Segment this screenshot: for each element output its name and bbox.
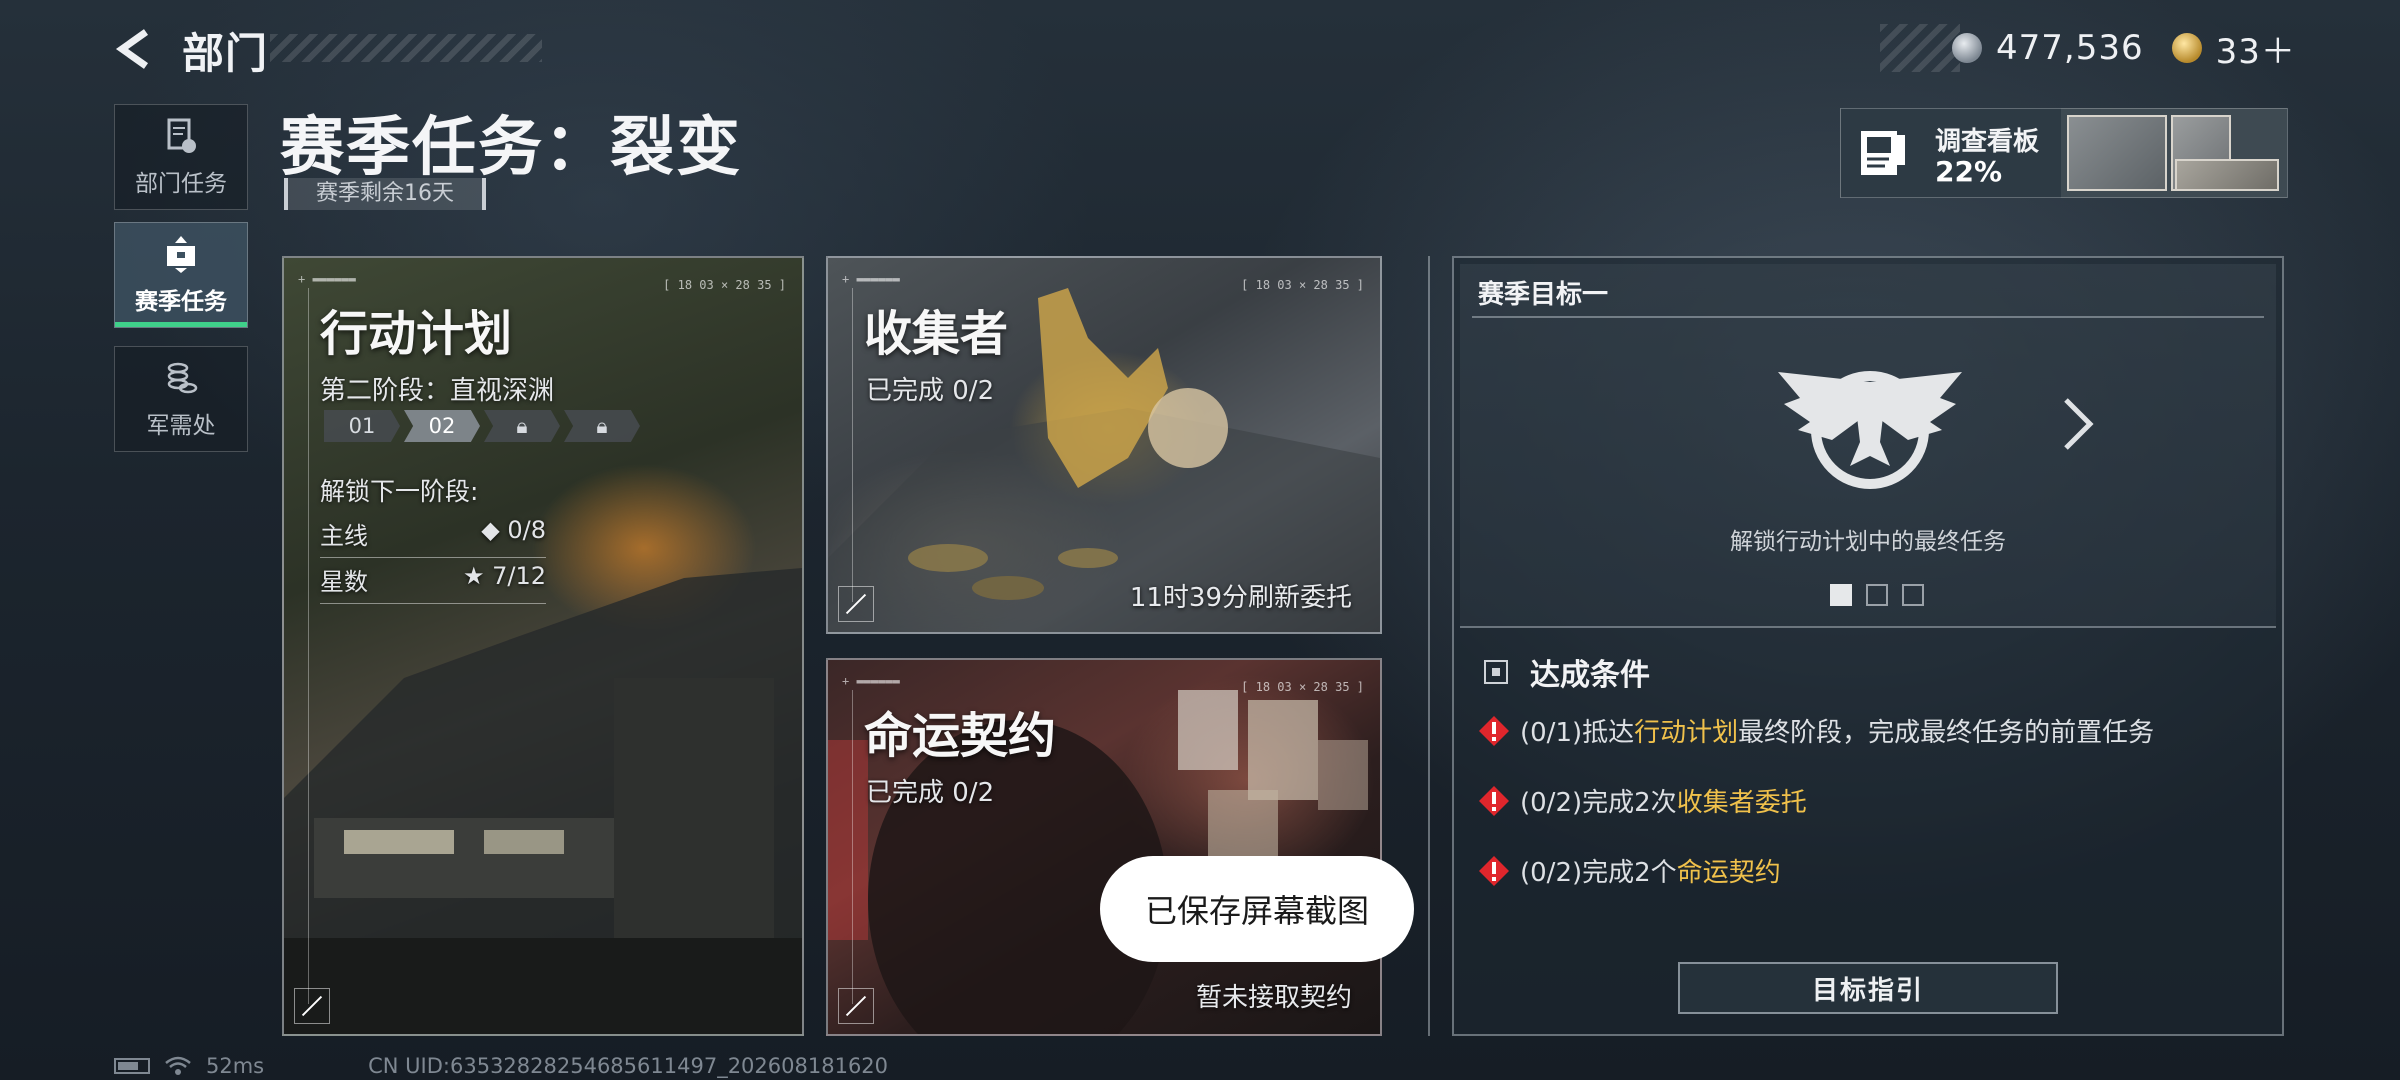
expand-icon[interactable]: [838, 586, 874, 622]
gold-coin-icon: [2171, 33, 2202, 63]
collector-title: 收集者: [864, 306, 1009, 362]
nav-label-season-tasks: 赛季任务: [135, 289, 227, 315]
ping-value: 52ms: [206, 1054, 265, 1078]
document-icon: [167, 118, 196, 153]
board-progress: 22%: [1935, 155, 2003, 188]
operation-plan-card[interactable]: + ▬▬▬▬▬▬ [ 18 03 × 28 35 ] 行动计划 第二阶段：直视深…: [282, 256, 804, 1036]
nav-item-department-tasks[interactable]: 部门任务: [114, 104, 248, 210]
condition-highlight: 收集者委托: [1676, 788, 1807, 818]
collector-refresh-timer: 11时39分刷新委托: [1129, 583, 1352, 613]
season-goal-display: 赛季目标一 解锁行动计划中的最终任务: [1460, 264, 2276, 628]
card-corner-decor: + ▬▬▬▬▬▬: [842, 674, 900, 688]
nav-item-quartermaster[interactable]: 军需处: [114, 346, 248, 452]
condition-item: (0/2)完成2次收集者委托: [1478, 782, 1807, 819]
collector-card[interactable]: + ▬▬▬▬▬▬ [ 18 03 × 28 35 ] 收集者 已完成 0/2 1…: [826, 256, 1382, 634]
board-photo-3: [2175, 159, 2279, 191]
goal-title-underline: [1472, 316, 2264, 318]
stage-lock-icon: 🔒︎: [484, 410, 560, 442]
user-uid: CN UID:6353282825468561​1497_20260818162…: [368, 1054, 889, 1078]
pager-dot-3[interactable]: [1902, 584, 1924, 606]
nav-item-season-tasks[interactable]: 赛季任务: [114, 222, 248, 328]
stars-label: 星数: [320, 568, 368, 596]
card-corner-decor: + ▬▬▬▬▬▬: [298, 272, 356, 286]
card-coords: [ 18 03 × 28 35 ]: [663, 278, 786, 292]
stars-row: 星数 ★ 7/12: [320, 562, 546, 604]
stage-02: 02: [404, 410, 480, 442]
stage-lock-icon: 🔒︎: [564, 410, 640, 442]
status-bar: 52ms CN UID:6353282825468561​1497_202608…: [114, 1054, 888, 1078]
pager-dot-2[interactable]: [1866, 584, 1888, 606]
operation-plan-stage: 第二阶段：直视深渊: [320, 376, 555, 406]
nav-label-quartermaster: 军需处: [146, 413, 216, 439]
page-title: 赛季任务：裂变: [280, 111, 742, 185]
season-remaining-badge: 赛季剩余16天: [284, 178, 486, 210]
board-label: 调查看板: [1935, 127, 2040, 157]
fate-contract-progress: 已完成 0/2: [866, 778, 995, 808]
section-marker-icon: [1484, 660, 1508, 684]
panel-divider: [1428, 256, 1430, 1036]
collector-progress: 已完成 0/2: [866, 376, 995, 406]
condition-text: (0/2)完成2次收集者委托: [1520, 788, 1807, 818]
header-decor-stripe: [270, 34, 542, 62]
silver-coin-icon: [1952, 33, 1982, 63]
season-goal-title: 赛季目标一: [1478, 280, 1609, 310]
main-line-row: 主线 ◆ 0/8: [320, 516, 546, 558]
goal-guide-button[interactable]: 目标指引: [1678, 962, 2058, 1014]
condition-item: (0/2)完成2个命运契约: [1478, 852, 1781, 889]
currency-bar: 477,536 33＋: [1880, 24, 2300, 72]
condition-text: (0/2)完成2个命运契约: [1520, 858, 1781, 888]
stars-value: ★ 7/12: [462, 562, 546, 590]
expand-icon[interactable]: [294, 988, 330, 1024]
battery-icon: [114, 1058, 150, 1074]
condition-highlight: 命运契约: [1676, 858, 1781, 888]
screenshot-saved-toast: 已保存屏幕截图: [1100, 856, 1414, 962]
condition-text: (0/1)抵达行动计划最终阶段，完成最终任务的前置任务: [1520, 718, 2155, 748]
card-vertical-line: [852, 690, 853, 1004]
pager-dot-1[interactable]: [1830, 584, 1852, 606]
condition-highlight: 行动计划: [1634, 718, 1739, 748]
card-coords: [ 18 03 × 28 35 ]: [1241, 680, 1364, 694]
stage-progress-bar: 01 02 🔒︎ 🔒︎: [324, 410, 640, 442]
board-photo-icon: [1861, 131, 1905, 175]
warning-icon: [1479, 715, 1509, 746]
main-line-value: ◆ 0/8: [481, 516, 546, 544]
operation-plan-title: 行动计划: [320, 306, 513, 362]
board-photo-1: [2067, 115, 2167, 191]
condition-item: (0/1)抵达行动计划最终阶段，完成最终任务的前置任务: [1478, 712, 2154, 749]
conditions-header: 达成条件: [1484, 650, 1650, 694]
gold-amount[interactable]: 33＋: [2216, 24, 2296, 73]
chevron-right-icon[interactable]: [2060, 394, 2096, 454]
back-arrow-icon[interactable]: [112, 26, 158, 72]
fate-contract-status: 暂未接取契约: [1195, 983, 1352, 1013]
eagle-emblem-icon: [1778, 371, 1962, 489]
expand-icon[interactable]: [838, 988, 874, 1024]
briefcase-icon: [167, 236, 195, 273]
conditions-label: 达成条件: [1530, 658, 1650, 693]
fate-contract-card[interactable]: + ▬▬▬▬▬▬ [ 18 03 × 28 35 ] 命运契约 已完成 0/2 …: [826, 658, 1382, 1036]
main-line-label: 主线: [320, 522, 368, 550]
fate-contract-title: 命运契约: [864, 708, 1057, 764]
wifi-icon: [165, 1056, 191, 1075]
season-goal-description: 解锁行动计划中的最终任务: [1730, 529, 2006, 555]
coins-stack-icon: [167, 362, 198, 394]
stage-01: 01: [324, 410, 400, 442]
investigation-board-button[interactable]: 调查看板 22%: [1840, 108, 2288, 198]
card-corner-decor: + ▬▬▬▬▬▬: [842, 272, 900, 286]
warning-icon: [1479, 855, 1509, 886]
card-coords: [ 18 03 × 28 35 ]: [1241, 278, 1364, 292]
goal-pager: [1830, 584, 1924, 606]
warning-icon: [1479, 785, 1509, 816]
header-title: 部门: [182, 29, 269, 78]
season-goal-panel: 赛季目标一 解锁行动计划中的最终任务 达成条件 (0/1)抵达行动计划最终阶段，…: [1452, 256, 2284, 1036]
nav-label-department-tasks: 部门任务: [135, 171, 227, 197]
card-vertical-line: [852, 288, 853, 602]
silver-amount: 477,536: [1996, 28, 2144, 68]
card-vertical-line: [308, 288, 309, 1004]
unlock-next-label: 解锁下一阶段:: [320, 477, 479, 506]
